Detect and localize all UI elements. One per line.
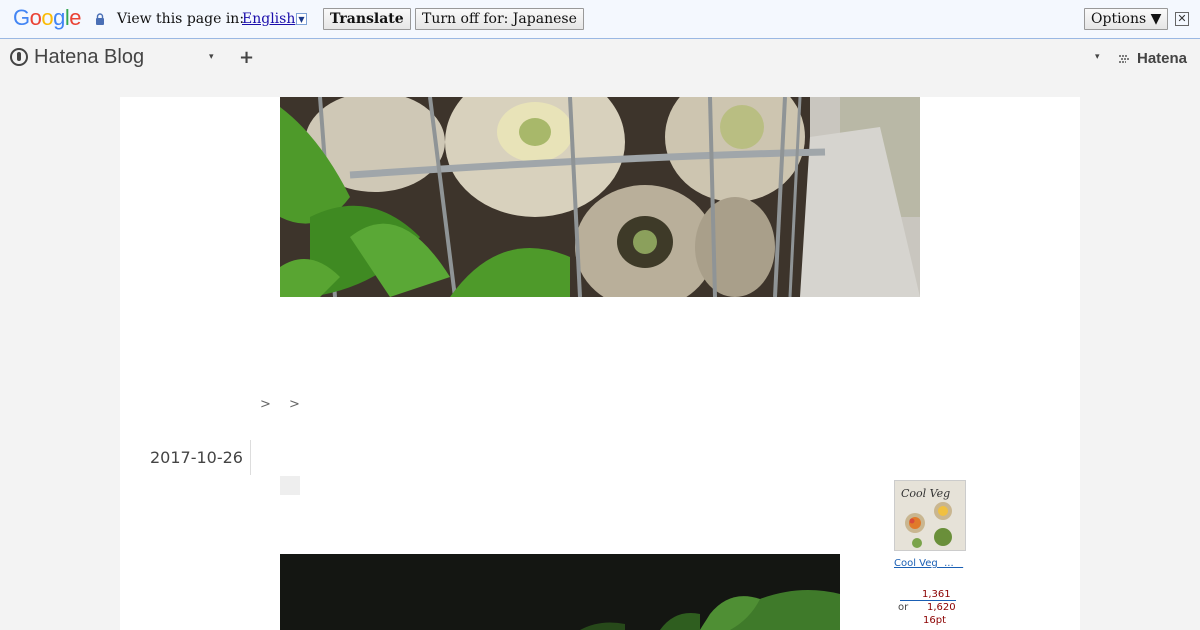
close-icon[interactable]: ✕ (1175, 12, 1189, 26)
header-image[interactable] (280, 97, 920, 297)
language-dropdown-icon[interactable]: ▼ (296, 13, 307, 25)
logo-letter: e (69, 5, 82, 30)
translate-button[interactable]: Translate (323, 8, 411, 30)
add-icon[interactable]: + (239, 47, 254, 68)
logo-letter: g (53, 5, 65, 30)
book-cover-title: Cool Veg (901, 487, 950, 500)
date-divider (250, 440, 251, 475)
price-new: 1,361 (922, 589, 951, 600)
price-underline (900, 600, 956, 601)
hatena-header (0, 40, 1200, 80)
google-logo: Google (13, 5, 82, 31)
price-or-label: or (898, 602, 909, 613)
book-cover-art: Cool Veg (895, 481, 965, 550)
hatena-blog-logo-icon[interactable] (10, 48, 28, 66)
category-chip[interactable] (280, 476, 300, 495)
options-button[interactable]: Options ▼ (1084, 8, 1169, 30)
breadcrumb-separator: > (289, 397, 300, 412)
language-select[interactable]: English (242, 11, 295, 27)
post-date[interactable]: 2017-10-26 (150, 448, 243, 467)
translate-bar: Google View this page in: English ▼ Tran… (0, 0, 1200, 39)
logo-letter: G (13, 5, 30, 30)
turn-off-button[interactable]: Turn off for: Japanese (415, 8, 584, 30)
logo-letter: o (29, 5, 42, 30)
book-link[interactable]: Cool Veg ... (894, 558, 963, 569)
chevron-down-icon[interactable]: ▾ (1095, 52, 1100, 62)
hatena-brand-link[interactable]: Hatena (1137, 50, 1187, 67)
breadcrumb-separator: > (260, 397, 271, 412)
logo-letter: o (41, 5, 54, 30)
points-label: 16pt (923, 615, 946, 626)
post-photo (280, 554, 840, 630)
book-cover-image[interactable]: Cool Veg (894, 480, 966, 551)
hatena-blog-title[interactable]: Hatena Blog (34, 46, 144, 69)
translate-prompt: View this page in: (117, 11, 245, 27)
hatena-brand-icon (1119, 55, 1130, 63)
turnip-photo (280, 97, 920, 297)
price-alt: 1,620 (927, 602, 956, 613)
chevron-down-icon[interactable]: ▾ (209, 52, 214, 62)
post-image (280, 554, 840, 630)
lock-icon (96, 13, 104, 25)
